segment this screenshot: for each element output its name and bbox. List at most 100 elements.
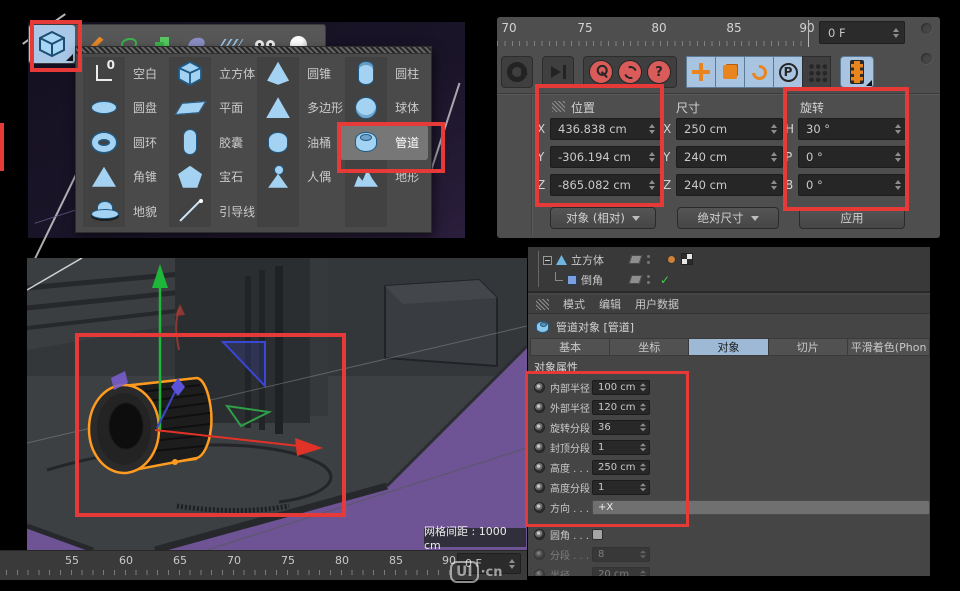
menu-item-terrain[interactable]: 地形 <box>340 160 431 195</box>
tube-object[interactable] <box>89 378 211 473</box>
goto-end-button[interactable] <box>542 56 574 88</box>
tab-phong[interactable]: 平滑着色(Phon <box>847 338 930 356</box>
stepper-arrows-icon[interactable] <box>895 180 902 190</box>
menu-item-capsule[interactable]: 胶囊 <box>164 125 252 160</box>
menu-userdata[interactable]: 用户数据 <box>635 296 679 312</box>
keyframe-radio-icon[interactable] <box>534 482 545 493</box>
menu-drag-handle[interactable] <box>76 47 431 54</box>
visibility-dots-icon[interactable] <box>647 275 650 284</box>
tab-slice[interactable]: 切片 <box>768 338 847 356</box>
menu-item-disc[interactable]: 圆盘 <box>78 91 164 126</box>
stepper-arrows-icon[interactable] <box>640 483 647 491</box>
rotation-h-field[interactable]: 30 ° <box>798 118 907 140</box>
keyframe-radio-icon[interactable] <box>534 462 545 473</box>
menu-item-cube[interactable]: 立方体 <box>164 56 252 91</box>
size-y-field[interactable]: 240 cm <box>676 146 783 168</box>
key-rotation-button[interactable] <box>744 56 773 88</box>
stepper-arrows-icon[interactable] <box>771 124 778 134</box>
absolute-size-dropdown[interactable]: 绝对尺寸 <box>677 207 779 229</box>
tab-coordinates[interactable]: 坐标 <box>609 338 688 356</box>
enabled-check-icon[interactable]: ✓ <box>660 274 670 286</box>
panel-grip-icon[interactable] <box>552 101 565 112</box>
menu-item-sphere[interactable]: 球体 <box>340 91 431 126</box>
tab-basic[interactable]: 基本 <box>530 338 609 356</box>
height-segments-field[interactable]: 1 <box>592 480 650 495</box>
stepper-arrows-icon[interactable] <box>771 180 778 190</box>
keyframe-radio-icon[interactable] <box>534 382 545 393</box>
stepper-arrows-icon[interactable] <box>649 152 656 162</box>
stepper-arrows-icon[interactable] <box>640 423 647 431</box>
menu-item-guide[interactable]: 引导线 <box>164 194 252 229</box>
menu-item-torus[interactable]: 圆环 <box>78 125 164 160</box>
object-row-cube[interactable]: 立方体 <box>543 252 604 268</box>
stepper-arrows-icon[interactable] <box>640 383 647 391</box>
material-tag-icon[interactable] <box>667 255 676 264</box>
outer-radius-field[interactable]: 120 cm <box>592 400 650 415</box>
fillet-checkbox[interactable] <box>592 529 603 540</box>
frame-counter-field[interactable]: 0 F <box>819 21 905 44</box>
stepper-arrows-icon[interactable] <box>509 559 516 569</box>
stepper-arrows-icon[interactable] <box>649 180 656 190</box>
menu-item-oiltank[interactable]: 油桶 <box>252 125 340 160</box>
panel-grip-icon[interactable] <box>536 299 549 310</box>
stepper-arrows-icon[interactable] <box>640 443 647 451</box>
position-z-field[interactable]: -865.082 cm <box>550 174 661 196</box>
menu-item-tube[interactable]: 管道 <box>340 125 428 160</box>
height-field[interactable]: 250 cm <box>592 460 650 475</box>
visibility-dots-icon[interactable] <box>647 255 650 264</box>
menu-mode[interactable]: 模式 <box>563 296 585 312</box>
render-preview-button[interactable] <box>840 56 874 88</box>
keyframe-radio-icon[interactable] <box>534 502 545 513</box>
stepper-arrows-icon[interactable] <box>771 152 778 162</box>
rotation-p-field[interactable]: 0 ° <box>798 146 907 168</box>
size-x-field[interactable]: 250 cm <box>676 118 783 140</box>
menu-item-gem[interactable]: 宝石 <box>164 160 252 195</box>
menu-item-landscape[interactable]: 地貌 <box>78 194 164 229</box>
menu-item-plane[interactable]: 平面 <box>164 91 252 126</box>
menu-item-cone[interactable]: 圆锥 <box>252 56 340 91</box>
loop-button[interactable] <box>501 56 533 88</box>
key-parameter-button[interactable]: P <box>773 56 802 88</box>
key-position-button[interactable] <box>686 56 715 88</box>
stepper-arrows-icon[interactable] <box>640 463 647 471</box>
object-row-bevel[interactable]: 倒角 <box>555 272 603 288</box>
menu-item-pyramid[interactable]: 角锥 <box>78 160 164 195</box>
position-y-field[interactable]: -306.194 cm <box>550 146 661 168</box>
menu-item-null[interactable]: 空白 <box>78 56 164 91</box>
menu-edit[interactable]: 编辑 <box>599 296 621 312</box>
position-x-field[interactable]: 436.838 cm <box>550 118 661 140</box>
rotation-segments-field[interactable]: 36 <box>592 420 650 435</box>
key-scale-button[interactable] <box>715 56 744 88</box>
layer-toggle-icon[interactable] <box>629 255 643 264</box>
key-points-button[interactable] <box>802 56 831 88</box>
autokey-button[interactable] <box>618 60 642 84</box>
menu-item-figure[interactable]: 人偶 <box>252 160 340 195</box>
timeline-playhead[interactable] <box>808 20 809 47</box>
orientation-dropdown[interactable]: +X <box>592 500 930 515</box>
apply-button[interactable]: 应用 <box>799 207 905 229</box>
size-z-field[interactable]: 240 cm <box>676 174 783 196</box>
stepper-arrows-icon[interactable] <box>649 124 656 134</box>
keyframe-radio-icon[interactable] <box>534 402 545 413</box>
keyframe-radio-icon[interactable] <box>534 529 545 540</box>
keyframe-radio-icon[interactable] <box>534 442 545 453</box>
layer-toggle-icon[interactable] <box>629 275 643 284</box>
record-key-button[interactable] <box>589 60 613 84</box>
add-primitive-cube-button[interactable] <box>29 25 75 63</box>
texture-tag-icon[interactable] <box>681 253 693 265</box>
menu-item-cylinder[interactable]: 圆柱 <box>340 56 431 91</box>
menu-item-polygon[interactable]: 多边形 <box>252 91 340 126</box>
stepper-arrows-icon[interactable] <box>893 28 900 38</box>
keyframe-radio-icon[interactable] <box>534 422 545 433</box>
rotation-b-field[interactable]: 0 ° <box>798 174 907 196</box>
timeline-ruler[interactable]: 55 60 65 70 75 80 85 90 <box>0 550 527 580</box>
object-relative-dropdown[interactable]: 对象 (相对) <box>550 207 656 229</box>
cap-segments-field[interactable]: 1 <box>592 440 650 455</box>
viewport-3d[interactable]: 网格间距 : 1000 cm <box>27 258 527 550</box>
stepper-arrows-icon[interactable] <box>640 403 647 411</box>
stepper-arrows-icon[interactable] <box>895 152 902 162</box>
keyframe-selection-button[interactable]: ? <box>647 60 671 84</box>
tab-object[interactable]: 对象 <box>688 338 767 356</box>
inner-radius-field[interactable]: 100 cm <box>592 380 650 395</box>
collapse-icon[interactable] <box>543 256 552 265</box>
